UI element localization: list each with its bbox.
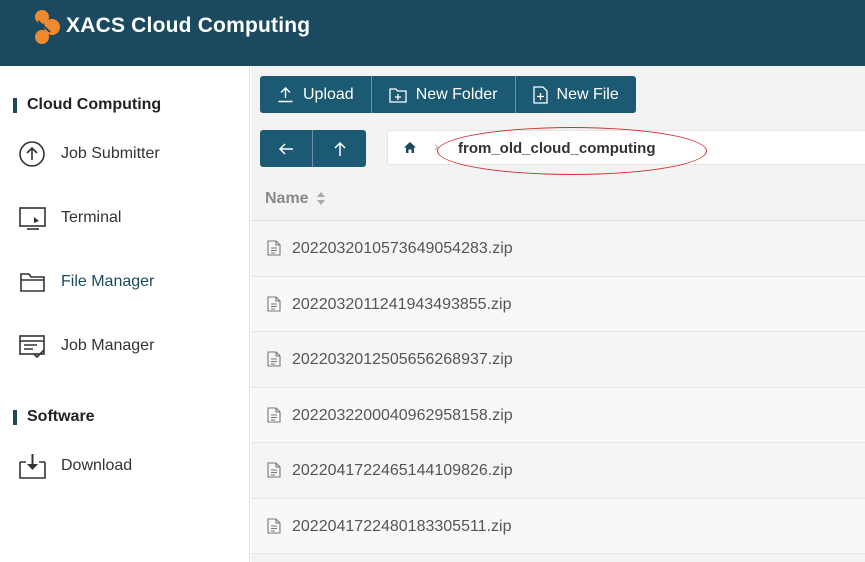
section-title-software: Software [13, 408, 95, 426]
highlight-annotation [437, 127, 707, 175]
sort-icon[interactable] [316, 191, 326, 206]
file-icon [267, 406, 281, 423]
sidebar-item-job-submitter[interactable]: Job Submitter [14, 134, 244, 174]
file-name: 2022032011241943493855.zip [292, 295, 512, 313]
file-name: 2022041722480183305511.zip [292, 517, 512, 535]
sidebar-item-label: Job Manager [61, 337, 155, 354]
upload-label: Upload [303, 85, 354, 103]
folder-icon [20, 273, 45, 292]
sidebar: Cloud Computing Job Submitter Terminal F… [0, 66, 250, 562]
sidebar-item-file-manager[interactable]: File Manager [14, 262, 244, 302]
home-icon[interactable] [403, 141, 417, 154]
file-name: 2022032012505656268937.zip [292, 351, 513, 368]
folder-plus-icon [389, 87, 407, 103]
sidebar-item-label: Terminal [61, 209, 122, 226]
sidebar-item-job-manager[interactable]: Job Manager [14, 326, 244, 366]
table-row[interactable]: 2022032012505656268937.zip [251, 332, 865, 388]
sidebar-item-label: File Manager [61, 273, 155, 290]
upload-button[interactable]: Upload [260, 76, 372, 113]
logo-icon [35, 10, 60, 44]
arrow-left-icon [278, 142, 293, 155]
file-icon [267, 295, 281, 312]
new-file-button[interactable]: New File [515, 76, 636, 113]
file-icon [267, 517, 281, 534]
file-icon [267, 351, 281, 367]
arrow-up-icon [333, 141, 346, 156]
table-row[interactable]: 2022032010573649054283.zip [251, 221, 865, 277]
table-row[interactable]: 2022032200040962958158.zip [251, 387, 865, 443]
file-name: 2022032200040962958158.zip [292, 406, 513, 424]
column-header-name[interactable]: Name [265, 190, 309, 208]
back-button[interactable] [260, 130, 313, 167]
new-folder-label: New Folder [415, 85, 498, 103]
file-name: 2022032010573649054283.zip [292, 240, 513, 257]
table-row[interactable]: 2022032011241943493855.zip [251, 276, 865, 332]
app-header: XACS Cloud Computing [0, 0, 865, 66]
upload-circle-icon [19, 141, 45, 167]
table-header: Name [251, 176, 865, 221]
upload-icon [278, 87, 293, 103]
section-title-cloud-computing: Cloud Computing [13, 96, 161, 114]
file-icon [267, 240, 281, 256]
toolbar: Upload New Folder New File [260, 76, 636, 113]
table-row[interactable]: 2022041722480183305511.zip [251, 498, 865, 554]
table-row[interactable]: 2022041722465144109826.zip [251, 443, 865, 499]
download-icon [19, 454, 46, 479]
file-manager-panel: Upload New Folder New File › from_old_cl… [251, 66, 865, 562]
terminal-icon [19, 207, 46, 230]
file-icon [267, 462, 281, 478]
parent-folder-button[interactable] [313, 130, 366, 167]
file-list: 2022032010573649054283.zip 2022032011241… [251, 221, 865, 554]
file-name: 2022041722465144109826.zip [292, 462, 513, 479]
app-title: XACS Cloud Computing [66, 14, 311, 37]
sidebar-item-label: Job Submitter [61, 145, 160, 162]
new-folder-button[interactable]: New Folder [371, 76, 516, 113]
job-list-icon [19, 335, 45, 359]
new-file-label: New File [556, 85, 619, 103]
sidebar-item-terminal[interactable]: Terminal [14, 198, 244, 238]
sidebar-item-label: Download [61, 457, 133, 474]
file-plus-icon [532, 85, 548, 104]
sidebar-item-download[interactable]: Download [14, 446, 244, 486]
navigation-buttons [260, 130, 366, 167]
